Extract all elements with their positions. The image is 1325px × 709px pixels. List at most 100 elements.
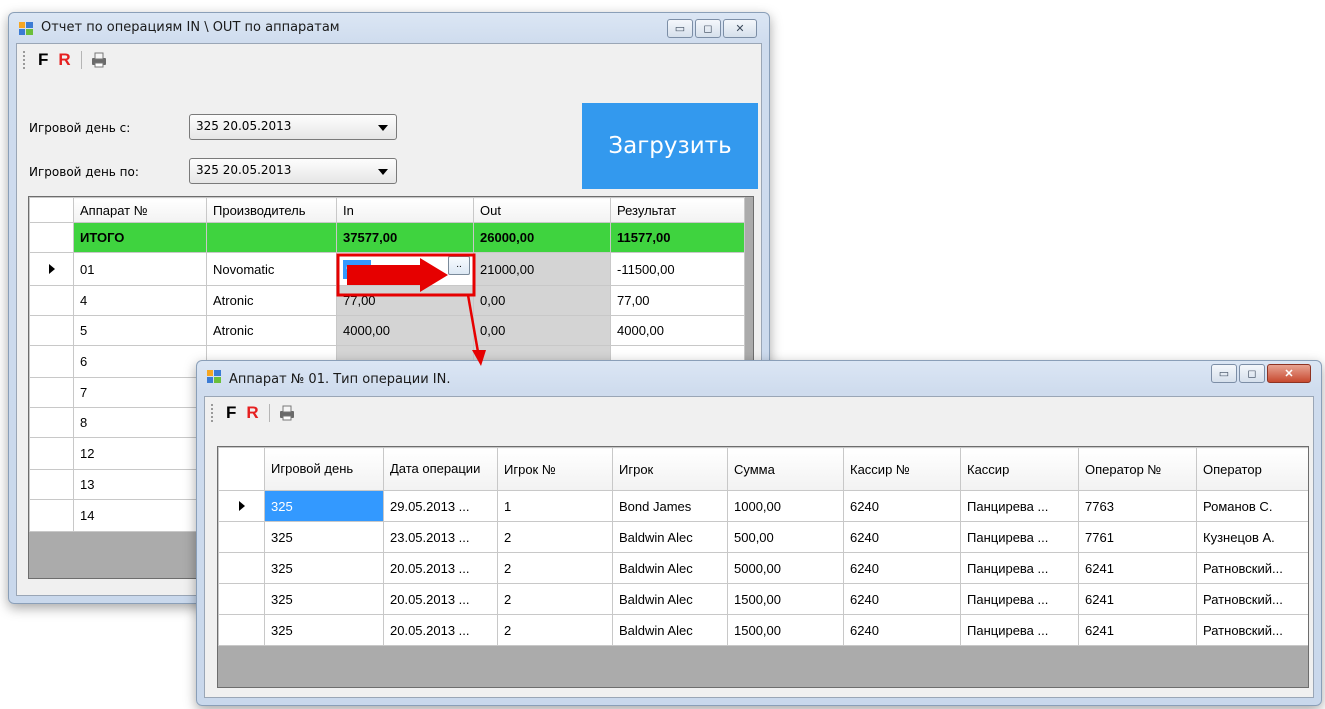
col-header-producer[interactable]: Производитель (206, 197, 337, 223)
grid-corner-cell[interactable] (218, 447, 265, 491)
table-row[interactable]: 325 23.05.2013 ... 2 Baldwin Alec 500,00… (218, 521, 1308, 553)
cell-game-day[interactable]: 325 (264, 521, 384, 553)
cell-result[interactable]: -11500,00 (610, 252, 745, 286)
cell-producer[interactable]: Atronic (206, 285, 337, 316)
close-button[interactable]: ✕ (723, 19, 757, 38)
cell-machine[interactable]: 8 (73, 407, 207, 438)
cell-cashier[interactable]: Панцирева ... (960, 552, 1079, 584)
cell-player-num[interactable]: 1 (497, 490, 613, 522)
cell-result[interactable]: 4000,00 (610, 315, 745, 346)
printer-icon[interactable] (90, 52, 108, 68)
col-header-machine[interactable]: Аппарат № (73, 197, 207, 223)
row-header[interactable] (29, 407, 74, 438)
total-in[interactable]: 37577,00 (336, 222, 474, 253)
detail-title-bar[interactable]: Аппарат № 01. Тип операции IN. ▭ ◻ ✕ (197, 361, 1321, 391)
total-result[interactable]: 11577,00 (610, 222, 745, 253)
minimize-button[interactable]: ▭ (1211, 364, 1237, 383)
row-header[interactable] (29, 377, 74, 408)
cell-amount[interactable]: 1500,00 (727, 583, 844, 615)
cell-amount[interactable]: 5000,00 (727, 552, 844, 584)
col-header-game-day[interactable]: Игровой день (264, 447, 384, 491)
cell-operator-num[interactable]: 7761 (1078, 521, 1197, 553)
row-header[interactable] (29, 222, 74, 253)
cell-cashier-num[interactable]: 6240 (843, 521, 961, 553)
cell-player-num[interactable]: 2 (497, 552, 613, 584)
total-out[interactable]: 26000,00 (473, 222, 611, 253)
toolbar-grip[interactable] (211, 404, 216, 422)
row-header[interactable] (29, 499, 74, 532)
row-header[interactable] (218, 521, 265, 553)
cell-operation-date[interactable]: 20.05.2013 ... (383, 552, 498, 584)
cell-producer[interactable]: Atronic (206, 315, 337, 346)
cell-machine[interactable]: 5 (73, 315, 207, 346)
cell-operator[interactable]: Ратновский... (1196, 552, 1308, 584)
col-header-cashier[interactable]: Кассир (960, 447, 1079, 491)
row-header[interactable] (29, 285, 74, 316)
cell-cashier[interactable]: Панцирева ... (960, 583, 1079, 615)
cell-game-day[interactable]: 325 (264, 614, 384, 646)
table-row[interactable]: 01 Novomatic 950 .. 21000,00 -11500,00 (29, 252, 745, 286)
row-header[interactable] (218, 614, 265, 646)
cell-amount[interactable]: 1500,00 (727, 614, 844, 646)
cell-amount[interactable]: 1000,00 (727, 490, 844, 522)
table-row[interactable]: 325 20.05.2013 ... 2 Baldwin Alec 5000,0… (218, 552, 1308, 584)
cell-game-day[interactable]: 325 (264, 552, 384, 584)
main-title-bar[interactable]: Отчет по операциям IN \ OUT по аппаратам… (9, 13, 769, 43)
col-header-operation-date[interactable]: Дата операции (383, 447, 498, 491)
col-header-operator-num[interactable]: Оператор № (1078, 447, 1197, 491)
cell-cashier[interactable]: Панцирева ... (960, 614, 1079, 646)
cell-operator-num[interactable]: 7763 (1078, 490, 1197, 522)
maximize-button[interactable]: ◻ (1239, 364, 1265, 383)
minimize-button[interactable]: ▭ (667, 19, 693, 38)
cell-out[interactable]: 21000,00 (473, 252, 611, 286)
col-header-amount[interactable]: Сумма (727, 447, 844, 491)
cell-operation-date[interactable]: 20.05.2013 ... (383, 614, 498, 646)
ellipsis-button[interactable]: .. (448, 256, 470, 275)
total-producer[interactable] (206, 222, 337, 253)
table-row[interactable]: 5 Atronic 4000,00 0,00 4000,00 (29, 315, 745, 346)
table-row[interactable]: 325 20.05.2013 ... 2 Baldwin Alec 1500,0… (218, 583, 1308, 615)
close-button[interactable]: ✕ (1267, 364, 1311, 383)
cell-in[interactable]: 4000,00 (336, 315, 474, 346)
row-header[interactable] (29, 345, 74, 378)
printer-icon[interactable] (278, 405, 296, 421)
cell-operator[interactable]: Кузнецов А. (1196, 521, 1308, 553)
row-header[interactable] (218, 583, 265, 615)
cell-game-day[interactable]: 325 (264, 583, 384, 615)
cell-operator-num[interactable]: 6241 (1078, 552, 1197, 584)
cell-game-day[interactable]: 325 (264, 490, 384, 522)
col-header-cashier-num[interactable]: Кассир № (843, 447, 961, 491)
cell-machine[interactable]: 7 (73, 377, 207, 408)
refresh-r-button[interactable]: R (246, 403, 258, 423)
cell-out[interactable]: 0,00 (473, 315, 611, 346)
date-to-select[interactable]: 325 20.05.2013 (189, 158, 397, 184)
cell-cashier-num[interactable]: 6240 (843, 552, 961, 584)
cell-cashier[interactable]: Панцирева ... (960, 490, 1079, 522)
cell-machine[interactable]: 12 (73, 437, 207, 470)
cell-machine[interactable]: 01 (73, 252, 207, 286)
row-header-current[interactable] (218, 490, 265, 522)
cell-operator[interactable]: Ратновский... (1196, 614, 1308, 646)
row-header[interactable] (29, 315, 74, 346)
cell-operator[interactable]: Ратновский... (1196, 583, 1308, 615)
load-button[interactable]: Загрузить (582, 103, 758, 189)
cell-in-value[interactable]: 950 (343, 259, 371, 279)
cell-cashier[interactable]: Панцирева ... (960, 521, 1079, 553)
col-header-player-num[interactable]: Игрок № (497, 447, 613, 491)
cell-out[interactable]: 0,00 (473, 285, 611, 316)
refresh-r-button[interactable]: R (58, 50, 70, 70)
cell-player[interactable]: Baldwin Alec (612, 614, 728, 646)
cell-result[interactable]: 77,00 (610, 285, 745, 316)
total-row[interactable]: ИТОГО 37577,00 26000,00 11577,00 (29, 222, 745, 253)
cell-operator-num[interactable]: 6241 (1078, 583, 1197, 615)
cell-operator[interactable]: Романов С. (1196, 490, 1308, 522)
cell-in[interactable]: 77,00 (336, 285, 474, 316)
cell-producer[interactable]: Novomatic (206, 252, 337, 286)
row-header[interactable] (29, 469, 74, 500)
col-header-result[interactable]: Результат (610, 197, 745, 223)
grid-corner-cell[interactable] (29, 197, 74, 223)
col-header-out[interactable]: Out (473, 197, 611, 223)
cell-player-num[interactable]: 2 (497, 583, 613, 615)
cell-machine[interactable]: 14 (73, 499, 207, 532)
table-row[interactable]: 4 Atronic 77,00 0,00 77,00 (29, 285, 745, 316)
